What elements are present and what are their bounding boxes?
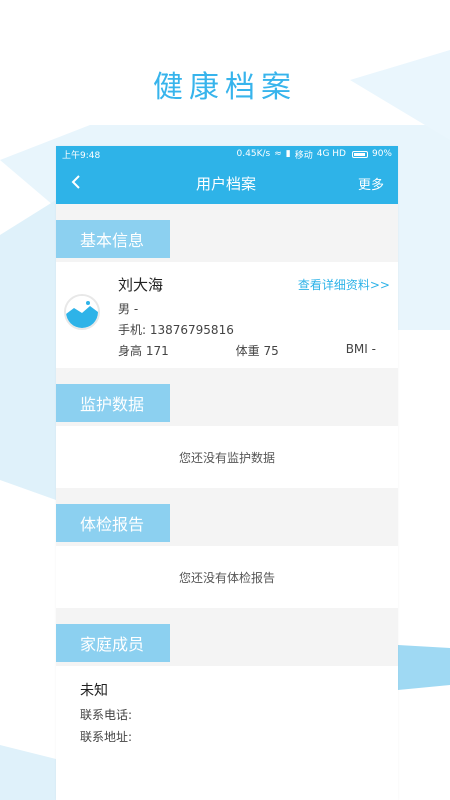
section-tag-checkup: 体检报告 [56,504,170,542]
user-height: 身高 171 [118,344,169,358]
more-button[interactable]: 更多 [358,174,384,193]
section-tag-monitor: 监护数据 [56,384,170,422]
section-header-basic-info: 基本信息 [56,204,398,262]
app-screenshot: { "promo": {"title": "健康档案"}, "status_ba… [0,0,450,800]
wifi-icon: ≈ [274,149,282,159]
phone-screen: 上午9:48 0.45K/s ≈ ▮ 移动 4G HD 90% 用户档案 更多 … [56,146,398,800]
user-name: 刘大海 [118,276,164,294]
avatar-image-icon [66,296,98,328]
user-bmi: BMI - [345,342,376,356]
section-header-family: 家庭成员 [56,608,398,666]
chevron-left-icon [71,175,80,189]
member-address-label: 联系地址: [80,730,133,744]
status-time: 上午9:48 [62,150,101,161]
avatar[interactable] [64,294,100,330]
user-weight: 体重 75 [235,344,279,358]
user-phone: 手机: 13876795816 [118,323,234,337]
user-stats: 身高 171 体重 75 BMI - [118,342,376,359]
battery-icon [351,150,368,158]
user-gender: 男 - [118,302,139,316]
section-tag-basic-info: 基本信息 [56,220,170,258]
network-speed: 0.45K/s [236,149,271,159]
carrier-label: 移动 [294,150,313,161]
promo-title: 健康档案 [153,70,297,105]
section-header-monitor: 监护数据 [56,368,398,426]
network-type: 4G HD [316,149,346,159]
section-header-checkup: 体检报告 [56,488,398,546]
member-phone-label: 联系电话: [80,708,133,722]
back-button[interactable] [70,171,94,195]
page-title: 用户档案 [195,174,256,193]
family-member-item[interactable]: 未知 联系电话: 联系地址: [56,666,398,766]
battery-level: 90% [371,149,392,159]
status-bar: 上午9:48 0.45K/s ≈ ▮ 移动 4G HD 90% [56,146,398,162]
member-name: 未知 [80,683,108,699]
section-tag-family: 家庭成员 [56,624,170,662]
checkup-empty-text: 您还没有体检报告 [178,570,275,585]
signal-icon: ▮ [285,149,291,159]
view-details-link[interactable]: 查看详细资料>> [298,276,390,293]
navbar: 用户档案 更多 [56,162,398,204]
monitor-empty-text: 您还没有监护数据 [178,450,275,465]
user-info-card: 刘大海 查看详细资料>> 男 - 手机: 13876795816 身高 171 … [56,262,398,368]
